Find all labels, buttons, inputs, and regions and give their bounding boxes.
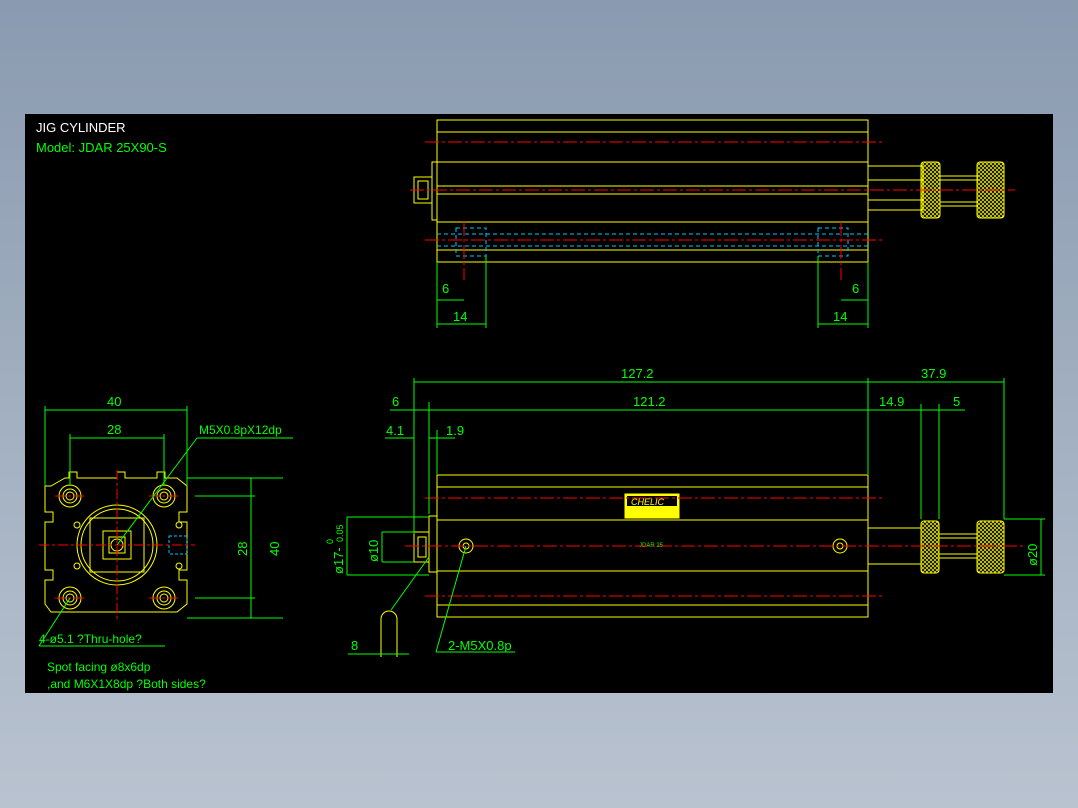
dim-top-right-6: 6	[852, 281, 859, 296]
top-view-dimensions	[436, 256, 869, 328]
dim-14-9: 14.9	[879, 394, 904, 409]
thread-callout: M5X0.8pX12dp	[199, 423, 282, 437]
dim-top-left-6: 6	[442, 281, 449, 296]
side-view-body-outline	[380, 474, 1005, 657]
dim-dia17: ø17-	[331, 547, 346, 574]
side-view-dimensions	[346, 378, 1045, 655]
hole-note-3: ,and M6X1X8dp ?Both sides?	[47, 677, 206, 691]
dim-6: 6	[392, 394, 399, 409]
dim-top-left-14: 14	[453, 309, 467, 324]
dim-end-h40-label: 40	[267, 542, 282, 556]
top-view-hidden-lines	[437, 227, 868, 257]
top-view: 6 14 6 14	[410, 119, 1015, 328]
dim-end-w40: 40	[107, 394, 121, 409]
callout-2-m5: 2-M5X0.8p	[448, 638, 512, 653]
drawing-svg: JIG CYLINDER Model: JDAR 25X90-S 6 14 6 …	[36, 119, 1045, 691]
dim-dia10: ø10	[366, 540, 381, 562]
dim-121-2: 121.2	[633, 394, 666, 409]
dim-end-w28: 28	[107, 422, 121, 437]
side-view-dimension-text: 127.2 37.9 6 121.2 14.9 5 4.1 1.9 8 2-M5…	[325, 366, 1040, 653]
dim-end-h28: 28	[235, 542, 250, 556]
title-text: JIG CYLINDER	[36, 120, 126, 135]
dim-37-9: 37.9	[921, 366, 946, 381]
top-view-dimension-text: 6 14 6 14	[442, 281, 859, 324]
dim-5: 5	[953, 394, 960, 409]
top-view-body-outline	[413, 119, 1005, 263]
dim-8: 8	[351, 638, 358, 653]
cad-drawing-canvas[interactable]: JIG CYLINDER Model: JDAR 25X90-S 6 14 6 …	[25, 114, 1053, 693]
dim-dia17-tol-upper: 0	[325, 539, 335, 544]
title-block: JIG CYLINDER Model: JDAR 25X90-S	[36, 120, 167, 155]
model-text: Model: JDAR 25X90-S	[36, 140, 167, 155]
side-view: CHELIC JDAR 25 127.2 37.9 6 121.2 14.9 5…	[325, 366, 1045, 657]
dim-1-9: 1.9	[446, 423, 464, 438]
dim-dia17-tol-lower: 0.05	[335, 524, 345, 542]
end-view: 40 28 M5X0.8pX12dp 28 40 4-ø5.1 ?Thru-ho…	[38, 394, 293, 691]
dim-dia20: ø20	[1025, 544, 1040, 566]
hole-note-1: 4-ø5.1 ?Thru-hole?	[39, 632, 142, 646]
dim-127-2: 127.2	[621, 366, 654, 381]
hole-note-2: Spot facing ø8x6dp	[47, 660, 151, 674]
dim-top-right-14: 14	[833, 309, 847, 324]
dim-4-1: 4.1	[386, 423, 404, 438]
end-view-dimensions	[38, 406, 293, 647]
end-view-outline	[44, 471, 188, 613]
